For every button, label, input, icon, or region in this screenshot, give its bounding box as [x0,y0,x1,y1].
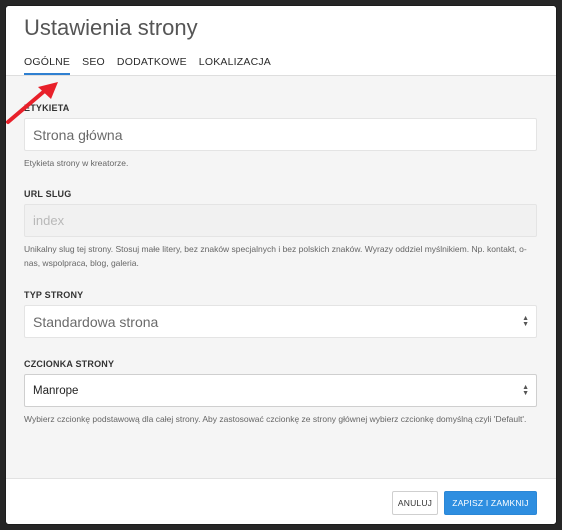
save-and-close-button[interactable]: ZAPISZ I ZAMKNIJ [444,491,537,515]
slug-input[interactable]: index [24,204,537,237]
dialog-footer: ANULUJ ZAPISZ I ZAMKNIJ [6,478,556,524]
cancel-button[interactable]: ANULUJ [392,491,438,515]
annotation-arrow-icon [6,82,58,124]
slug-field-label: URL SLUG [24,189,72,199]
select-caret-icon: ▲ ▼ [522,383,529,397]
slug-input-placeholder: index [33,213,65,228]
tab-seo[interactable]: SEO [82,56,105,73]
dialog-body: ETYKIETA Strona główna Etykieta strony w… [6,76,556,478]
label-input[interactable]: Strona główna [24,118,537,151]
dialog-title: Ustawienia strony [24,15,198,40]
page-type-selected-value: Standardowa strona [33,313,159,330]
tab-bar: OGÓLNE SEO DODATKOWE LOKALIZACJA [24,56,271,75]
page-settings-dialog: Ustawienia strony OGÓLNE SEO DODATKOWE L… [6,6,556,524]
dialog-header: Ustawienia strony OGÓLNE SEO DODATKOWE L… [6,6,556,76]
font-select[interactable]: Manrope ▲ ▼ [24,374,537,407]
font-help-text: Wybierz czcionkę podstawową dla całej st… [24,414,527,424]
font-field-label: CZCIONKA STRONY [24,359,115,369]
tab-general[interactable]: OGÓLNE [24,56,71,75]
slug-help-text: Unikalny slug tej strony. Stosuj małe li… [24,244,527,268]
label-help-text: Etykieta strony w kreatorze. [24,158,129,168]
page-type-select[interactable]: Standardowa strona ▲ ▼ [24,305,537,338]
font-selected-value: Manrope [33,384,79,397]
type-field-label: TYP STRONY [24,290,84,300]
tab-localization[interactable]: LOKALIZACJA [199,56,271,73]
label-input-value: Strona główna [33,126,123,143]
tab-additional[interactable]: DODATKOWE [117,56,187,73]
select-caret-icon: ▲ ▼ [522,314,529,328]
